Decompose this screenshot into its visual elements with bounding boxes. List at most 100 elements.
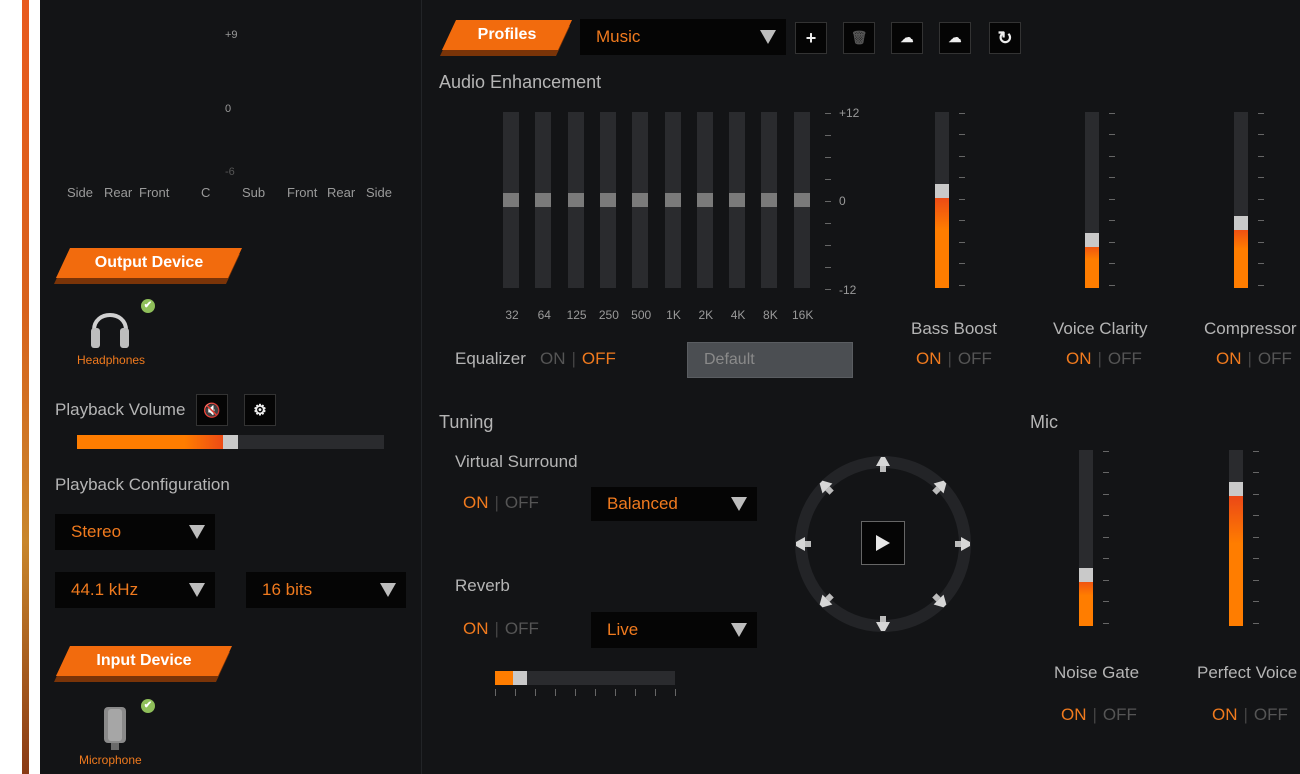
upload-profile-button[interactable]: ☁ (891, 22, 923, 54)
compressor-on[interactable]: ON (1216, 349, 1242, 368)
compressor-thumb[interactable] (1234, 215, 1248, 230)
noise-gate-toggle[interactable]: ON | OFF (1061, 705, 1137, 725)
eq-scale-tick (825, 289, 831, 290)
reverb-mode-dropdown[interactable]: Live (591, 612, 757, 648)
voice-clarity-on[interactable]: ON (1066, 349, 1092, 368)
bass-boost-off[interactable]: OFF (958, 349, 992, 368)
virtual-surround-toggle[interactable]: ON | OFF (463, 493, 539, 513)
headphones-icon[interactable] (88, 300, 132, 352)
reverb-tick (515, 689, 516, 696)
output-device-name: Headphones (77, 353, 146, 367)
bass-boost-thumb[interactable] (935, 184, 949, 199)
bass-boost-tick (959, 220, 965, 222)
eq-band-thumb[interactable] (729, 193, 746, 207)
download-profile-button[interactable]: ☁ (939, 22, 971, 54)
eq-band-thumb[interactable] (793, 193, 810, 207)
perfect-voice-toggle[interactable]: ON | OFF (1212, 705, 1288, 725)
eq-scale-tick (825, 245, 831, 246)
noise-gate-on[interactable]: ON (1061, 705, 1087, 724)
compressor-toggle[interactable]: ON | OFF (1216, 349, 1292, 369)
perfect-voice-fill (1229, 488, 1243, 626)
bass-boost-tick (959, 134, 965, 136)
chevron-down-icon (189, 525, 205, 539)
eq-scale-tick (825, 157, 831, 158)
profiles-header: Profiles (442, 20, 572, 50)
microphone-icon[interactable] (102, 705, 128, 751)
eq-band-label: 250 (598, 308, 619, 322)
reverb-tick (615, 689, 616, 696)
speaker-icon[interactable] (793, 534, 813, 554)
voice-clarity-off[interactable]: OFF (1108, 349, 1142, 368)
noise-gate-tick (1103, 601, 1109, 603)
voice-clarity-toggle[interactable]: ON | OFF (1066, 349, 1142, 369)
add-profile-button[interactable]: + (795, 22, 827, 54)
noise-gate-fill (1079, 574, 1093, 626)
eq-band-thumb[interactable] (664, 193, 681, 207)
eq-band-thumb[interactable] (535, 193, 552, 207)
compressor-label: Compressor (1204, 319, 1297, 338)
noise-gate-tick (1103, 515, 1109, 517)
eq-band-thumb[interactable] (503, 193, 519, 207)
sample-rate-dropdown[interactable]: 44.1 kHz (55, 572, 215, 608)
bass-boost-toggle[interactable]: ON | OFF (916, 349, 992, 369)
surround-mode-dropdown[interactable]: Balanced (591, 487, 757, 521)
perfect-voice-off[interactable]: OFF (1254, 705, 1288, 724)
voice-clarity-tick (1109, 263, 1115, 265)
reverb-on[interactable]: ON (463, 619, 489, 638)
gear-icon: ⚙ (253, 402, 267, 419)
reverb-off[interactable]: OFF (505, 619, 539, 638)
speaker-config-dropdown[interactable]: Stereo (55, 514, 215, 550)
equalizer-preset-field[interactable]: Default (687, 342, 853, 378)
playback-volume-thumb[interactable] (222, 435, 238, 449)
surround-test-play-button[interactable] (861, 521, 905, 565)
perfect-voice-thumb[interactable] (1229, 481, 1243, 496)
compressor-tick (1258, 220, 1264, 222)
delete-profile-button[interactable]: 🗑 (843, 22, 875, 54)
speaker-mute-icon: 🔇 (203, 401, 221, 418)
speaker-icon[interactable] (873, 614, 893, 634)
compressor-tick (1258, 134, 1264, 136)
voice-clarity-tick (1109, 134, 1115, 136)
eq-band-thumb[interactable] (632, 193, 649, 207)
input-device-header: Input Device (56, 646, 232, 676)
reverb-toggle[interactable]: ON | OFF (463, 619, 539, 639)
equalizer-toggle[interactable]: ON | OFF (540, 349, 616, 369)
compressor-off[interactable]: OFF (1258, 349, 1292, 368)
mute-button[interactable]: 🔇 (196, 394, 228, 426)
equalizer-on[interactable]: ON (540, 349, 566, 368)
speaker-icon[interactable] (873, 454, 893, 474)
virtual-surround-off[interactable]: OFF (505, 493, 539, 512)
reset-profile-button[interactable]: ↻ (989, 22, 1021, 54)
channel-label: C (201, 185, 211, 200)
eq-band-thumb[interactable] (761, 193, 778, 207)
voice-clarity-thumb[interactable] (1085, 233, 1099, 248)
eq-band-thumb[interactable] (696, 193, 713, 207)
eq-band-thumb[interactable] (599, 193, 616, 207)
perfect-voice-label: Perfect Voice (1197, 663, 1298, 682)
perfect-voice-tick (1253, 622, 1259, 624)
playback-configuration-label: Playback Configuration (55, 475, 230, 494)
perfect-voice-on[interactable]: ON (1212, 705, 1238, 724)
profile-dropdown[interactable]: Music (580, 19, 786, 55)
perfect-voice-tick (1253, 536, 1259, 538)
virtual-surround-on[interactable]: ON (463, 493, 489, 512)
reverb-label: Reverb (455, 576, 510, 595)
perfect-voice-tick (1253, 472, 1259, 474)
main-panel: Profiles Music + 🗑 ☁ ☁ ↻ Audio Enhanceme… (423, 0, 1300, 774)
noise-gate-off[interactable]: OFF (1103, 705, 1137, 724)
bit-depth-dropdown[interactable]: 16 bits (246, 572, 406, 608)
reverb-tick (675, 689, 676, 696)
equalizer-off[interactable]: OFF (582, 349, 616, 368)
volume-settings-button[interactable]: ⚙ (244, 394, 276, 426)
chevron-down-icon (760, 30, 776, 44)
eq-band-label: 500 (631, 308, 652, 322)
reverb-level-thumb[interactable] (513, 671, 528, 685)
eq-scale-tick (825, 223, 831, 224)
playback-volume-fill (77, 435, 231, 449)
eq-scale-tick (825, 113, 831, 114)
reverb-tick (635, 689, 636, 696)
eq-band-thumb[interactable] (567, 193, 584, 207)
bass-boost-on[interactable]: ON (916, 349, 942, 368)
noise-gate-thumb[interactable] (1079, 567, 1093, 582)
speaker-icon[interactable] (953, 534, 973, 554)
